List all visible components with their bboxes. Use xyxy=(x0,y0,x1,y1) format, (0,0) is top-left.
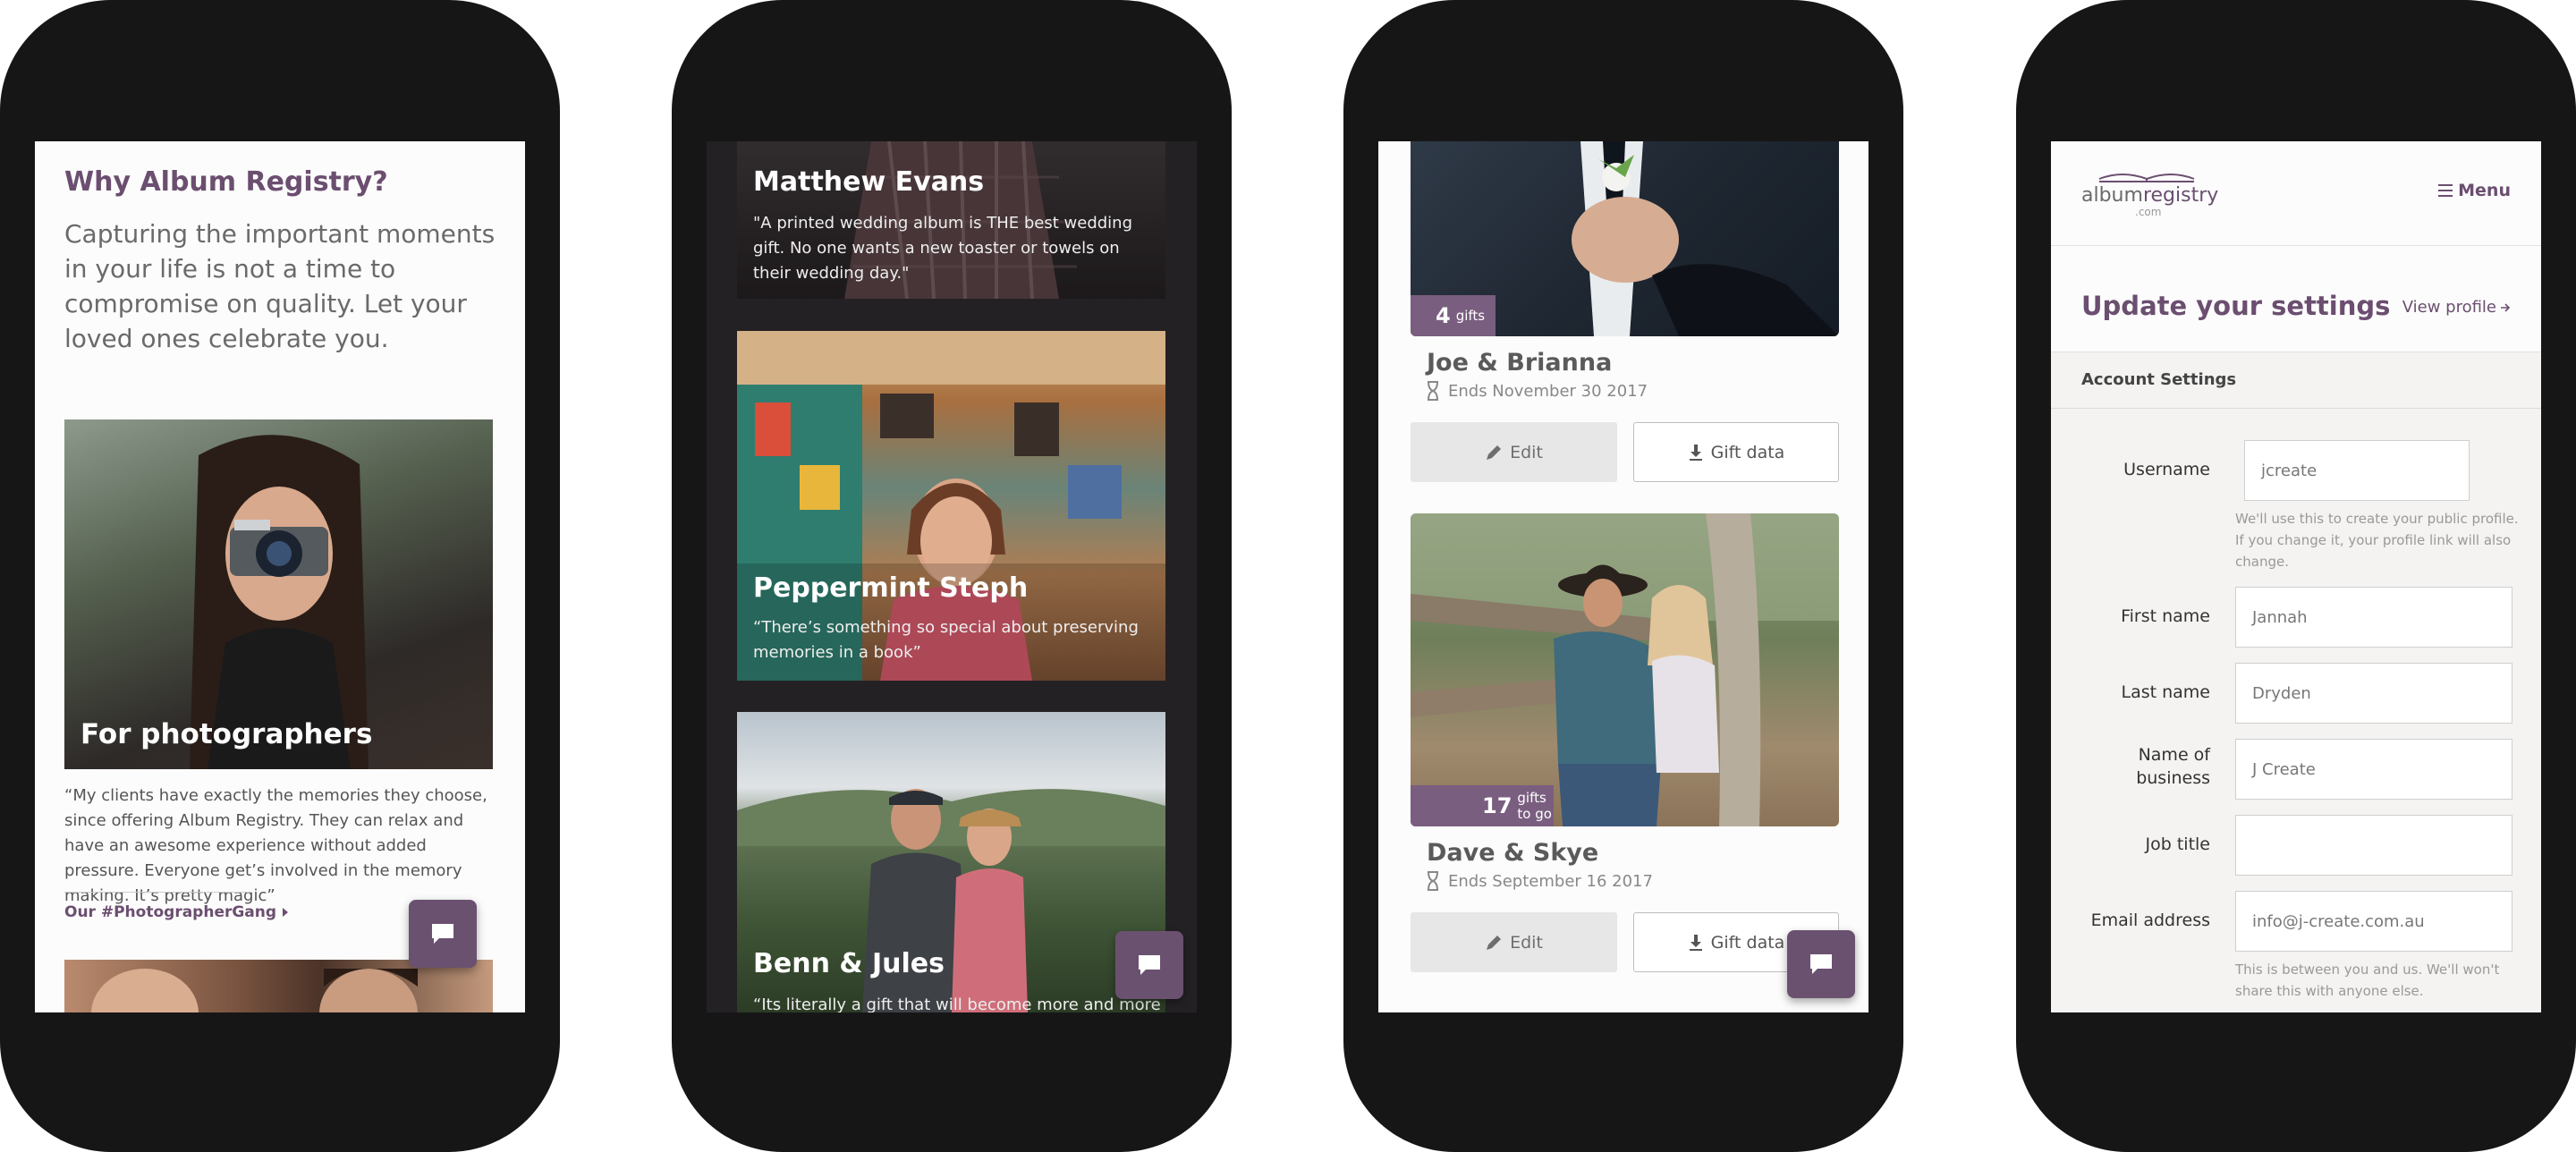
intro-text: Capturing the important moments in your … xyxy=(64,219,496,353)
screen-testimonials: Matthew Evans "A printed wedding album i… xyxy=(707,141,1197,1012)
business-label: Name of business xyxy=(2136,745,2210,788)
pencil-icon xyxy=(1487,445,1502,460)
testimonial-card-benn-jules[interactable]: Benn & Jules “Its literally a gift that … xyxy=(737,712,1165,1012)
job-title-label: Job title xyxy=(2145,834,2210,854)
download-icon xyxy=(1689,934,1702,951)
hourglass-icon xyxy=(1428,381,1438,401)
edit-button[interactable]: Edit xyxy=(1411,422,1617,482)
section-heading: Why Album Registry? xyxy=(64,166,388,198)
gift-data-label: Gift data xyxy=(1710,442,1785,462)
hourglass-icon xyxy=(1428,871,1438,891)
gift-count: 4 xyxy=(1436,303,1451,328)
photographer-quote: “My clients have exactly the memories th… xyxy=(64,786,487,905)
caret-right-icon xyxy=(283,908,289,917)
first-name-label: First name xyxy=(2121,606,2210,626)
edit-label: Edit xyxy=(1510,442,1543,462)
testimonial-quote: "A printed wedding album is THE best wed… xyxy=(753,214,1133,283)
registry-couple-name: Dave & Skye xyxy=(1427,839,1599,867)
phone-mockup-1: Why Album Registry? Capturing the import… xyxy=(0,0,560,1152)
logo-text-registry: registry xyxy=(2142,184,2219,207)
edit-label: Edit xyxy=(1510,932,1543,953)
photographer-photo xyxy=(190,435,369,769)
testimonial-quote: “Its literally a gift that will become m… xyxy=(753,995,1161,1012)
email-label: Email address xyxy=(2090,911,2210,930)
chat-button[interactable] xyxy=(1787,930,1855,998)
menu-button[interactable]: Menu xyxy=(2438,181,2511,200)
title-bar: Update your settings View profile xyxy=(2051,246,2541,352)
username-field[interactable]: jcreate xyxy=(2244,440,2470,501)
phone-mockup-2: Matthew Evans "A printed wedding album i… xyxy=(672,0,1232,1152)
business-field[interactable]: J Create xyxy=(2235,739,2512,800)
logo[interactable]: albumregistry .com xyxy=(2081,166,2219,220)
photographer-card[interactable]: For photographers xyxy=(64,419,493,769)
photographer-card-title: For photographers xyxy=(80,718,373,750)
testimonial-card-matthew[interactable]: Matthew Evans "A printed wedding album i… xyxy=(737,141,1165,299)
logo-suffix: .com xyxy=(2135,206,2162,218)
registry-photo-dave-skye[interactable] xyxy=(1411,513,1839,826)
screen-settings: albumregistry .com Menu Update your sett… xyxy=(2051,141,2541,1012)
phone-mockup-4: albumregistry .com Menu Update your sett… xyxy=(2016,0,2576,1152)
registry-couple-name: Joe & Brianna xyxy=(1427,349,1613,377)
username-help: We'll use this to create your public pro… xyxy=(2235,511,2519,570)
photographer-gang-label: Our #PhotographerGang xyxy=(64,903,277,921)
quote-divider xyxy=(64,892,252,893)
testimonial-name: Benn & Jules xyxy=(753,948,945,979)
photographer-gang-link[interactable]: Our #PhotographerGang xyxy=(64,903,289,921)
last-name-field[interactable]: Dryden xyxy=(2235,663,2512,724)
menu-label: Menu xyxy=(2458,181,2511,200)
registry-ends-row: Ends November 30 2017 xyxy=(1427,381,1648,401)
chat-button[interactable] xyxy=(409,900,477,968)
open-book-icon xyxy=(2098,174,2195,182)
badge-swatch xyxy=(1411,785,1473,826)
testimonial-quote: “There’s something so special about pres… xyxy=(753,618,1139,662)
gift-count-label: gifts xyxy=(1455,308,1486,324)
chat-icon xyxy=(1139,955,1160,975)
testimonial-card-steph[interactable]: Peppermint Steph “There’s something so s… xyxy=(737,331,1165,681)
download-icon xyxy=(1689,444,1702,461)
last-name-label: Last name xyxy=(2121,682,2211,702)
registry-ends: Ends November 30 2017 xyxy=(1448,381,1648,401)
gift-data-label: Gift data xyxy=(1710,932,1785,953)
view-profile-label: View profile xyxy=(2402,298,2496,317)
logo-text-album: album xyxy=(2081,184,2143,207)
chat-icon xyxy=(432,924,453,944)
section-header: Account Settings xyxy=(2051,352,2541,409)
menu-icon xyxy=(2438,184,2453,197)
username-label: Username xyxy=(2123,460,2210,479)
pencil-icon xyxy=(1487,935,1502,950)
screen-registries: 4 gifts Joe & Brianna Ends November 30 2… xyxy=(1378,141,1868,1012)
first-name-field[interactable]: Jannah xyxy=(2235,587,2512,648)
page-title: Update your settings xyxy=(2081,291,2391,321)
email-help: This is between you and us. We'll won't … xyxy=(2235,961,2500,999)
gift-data-button[interactable]: Gift data xyxy=(1633,422,1839,482)
registry-ends-row: Ends September 16 2017 xyxy=(1427,871,1653,891)
gift-count: 17 xyxy=(1482,793,1513,818)
chat-icon xyxy=(1810,954,1832,974)
job-title-field[interactable] xyxy=(2235,815,2512,876)
couple-photo xyxy=(1411,513,1839,826)
gift-count-label: gifts to go xyxy=(1517,790,1552,822)
section-label: Account Settings xyxy=(2081,370,2237,389)
arrow-right-icon xyxy=(2501,302,2511,312)
view-profile-link[interactable]: View profile xyxy=(2402,298,2511,317)
email-field[interactable]: info@j-create.com.au xyxy=(2235,891,2512,952)
testimonial-name: Peppermint Steph xyxy=(753,572,1029,604)
chat-button[interactable] xyxy=(1115,931,1183,999)
testimonial-name: Matthew Evans xyxy=(753,166,985,198)
edit-button[interactable]: Edit xyxy=(1411,912,1617,972)
site-header: albumregistry .com Menu xyxy=(2051,141,2541,246)
gift-count-badge: 4 gifts xyxy=(1411,295,1496,336)
registry-ends: Ends September 16 2017 xyxy=(1448,871,1653,891)
phone-mockup-3: 4 gifts Joe & Brianna Ends November 30 2… xyxy=(1343,0,1903,1152)
screen-why-album-registry: Why Album Registry? Capturing the import… xyxy=(35,141,525,1012)
